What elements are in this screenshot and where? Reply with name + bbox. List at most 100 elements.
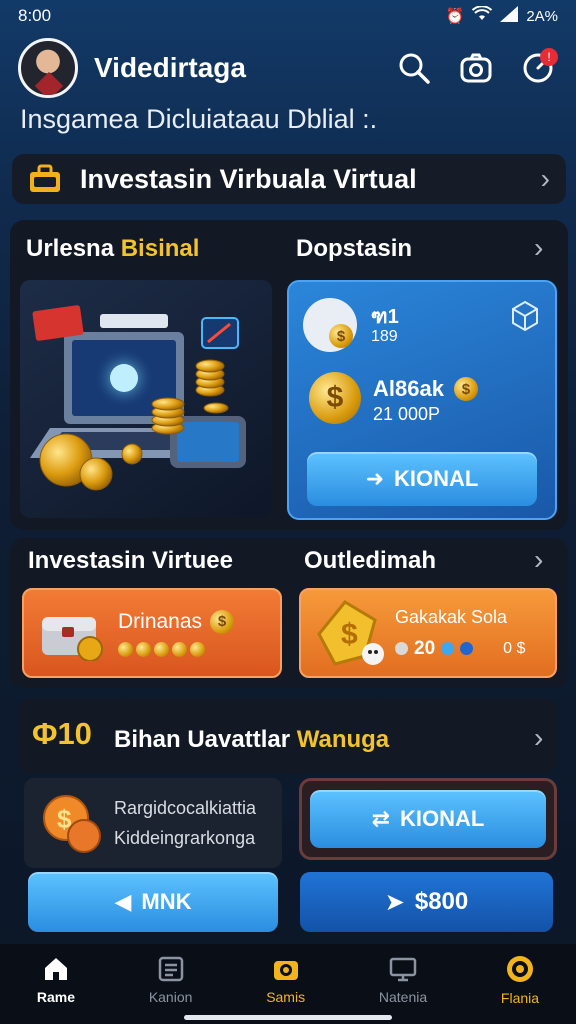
paper-plane-icon: ➤	[384, 888, 405, 916]
nav-label-home: Rame	[36, 989, 76, 1005]
status-time: 8:00	[18, 6, 52, 25]
camera-icon	[460, 53, 492, 83]
nav-label-monitor: Natenia	[378, 989, 428, 1005]
right-action-label: $800	[414, 888, 469, 915]
right-action-button[interactable]: ➤ $800	[300, 872, 553, 932]
orange-card-right[interactable]: $ Gakakak Sola 20 0 $	[299, 588, 557, 678]
battery-text: 2A%	[526, 7, 558, 25]
search-button[interactable]	[394, 48, 434, 88]
chest-icon	[42, 617, 103, 661]
notification-badge: !	[540, 48, 558, 66]
svg-text:$: $	[57, 804, 72, 834]
deposit-card[interactable]: $ ฑ1 189 $ Al86ak $ 21 000P ➜ KIONAL	[287, 280, 557, 520]
section2-right-title: Outledimah	[304, 547, 437, 574]
top-action-label: KIONAL	[400, 806, 485, 831]
section1-left-title-gold: Bisinal	[120, 235, 200, 262]
target-icon	[506, 956, 533, 982]
coin-small-icon: $	[453, 377, 478, 401]
nav-label-news: Kanion	[148, 989, 193, 1005]
nav-label-target: Flania	[500, 990, 540, 1006]
orange-right-extra: 0 $	[503, 639, 526, 657]
orange-right-stats: 20 0 $	[395, 638, 525, 660]
search-icon	[399, 53, 430, 84]
transfer-icon: ⇄	[371, 806, 391, 831]
svg-text:$: $	[341, 618, 358, 651]
reward-info-line1: Rargidcocalkiattia	[114, 798, 257, 818]
orange-right-content: Gakakak Sola 20 0 $	[395, 607, 525, 660]
home-icon	[44, 958, 67, 980]
monitor-icon	[389, 957, 417, 982]
left-action-label: MNK	[141, 889, 192, 914]
orange-right-value: 20	[414, 637, 436, 659]
coin-dot-icon	[118, 641, 133, 657]
orange-left-title-row: Drinanas $	[118, 609, 235, 634]
wifi-icon	[472, 5, 493, 26]
status-bar: 8:00 ⏰ 2A%	[0, 0, 576, 32]
signal-icon	[500, 6, 519, 26]
avatar[interactable]	[18, 38, 78, 98]
arrow-right-icon: ➜	[365, 466, 385, 491]
nav-item-monitor[interactable]: Natenia	[379, 955, 427, 1005]
laptop-coins-illustration	[30, 305, 246, 491]
home-indicator[interactable]	[184, 1015, 392, 1020]
section2-left-title: Investasin Virtuee	[28, 547, 233, 574]
silver-coin-icon	[395, 642, 408, 655]
cube-icon	[512, 300, 538, 332]
orange-left-content: Drinanas $	[118, 609, 235, 657]
balance-label-row: Al86ak $	[373, 376, 478, 402]
send-icon: ◀	[114, 889, 132, 914]
gem-icon	[460, 642, 474, 655]
section1-left-title: Urlesna Bisinal	[26, 235, 199, 263]
camera-button[interactable]	[456, 48, 496, 88]
coin-dot-icon	[190, 641, 205, 657]
balance-value: 21 000P	[373, 404, 441, 424]
page-subtitle: Insgamea Dicluiataau Dblial :.	[20, 104, 378, 134]
reward-info-card[interactable]: $ Rargidcocalkiattia Kiddeingrarkonga	[24, 778, 282, 868]
nav-item-target[interactable]: Flania	[501, 954, 539, 1006]
top-action-button[interactable]: ⇄ KIONAL	[310, 790, 546, 848]
balance-coin-icon: $	[309, 372, 361, 424]
coin-row	[118, 641, 234, 657]
chevron-right-icon: ›	[540, 163, 550, 194]
orange-left-label: Drinanas	[118, 609, 203, 633]
orange-right-label: Gakakak Sola	[395, 606, 508, 627]
header-actions: !	[394, 48, 558, 88]
orange-card-left[interactable]: Drinanas $	[22, 588, 282, 678]
nav-label-camera: Samis	[266, 989, 306, 1005]
section3-title: Bihan Uavattlar Wanuga	[114, 726, 389, 754]
balance-label: Al86ak	[373, 376, 444, 401]
section3-title-white: Bihan Uavattlar	[114, 726, 297, 753]
status-icons: ⏰ 2A%	[445, 5, 558, 26]
alarm-icon: ⏰	[445, 8, 465, 25]
profile-line2: 189	[371, 328, 398, 345]
coin-dot-icon	[136, 641, 151, 657]
nav-item-news[interactable]: Kanion	[148, 955, 193, 1005]
banner-title: Investasin Virbuala Virtual	[80, 163, 417, 194]
section3-prefix: Φ10	[32, 716, 92, 751]
section3-chevron-icon[interactable]: ›	[534, 722, 543, 754]
section3-title-gold: Wanuga	[296, 726, 390, 753]
coin-dot-icon	[154, 641, 169, 657]
coin-icon: $	[210, 609, 235, 634]
left-action-button[interactable]: ◀ MNK	[28, 872, 278, 932]
reward-info-line2: Kiddeingrarkonga	[114, 828, 256, 848]
app-name: Videdirtaga	[94, 52, 246, 83]
notifications-button[interactable]: !	[518, 48, 558, 88]
investment-illustration-card[interactable]	[20, 280, 272, 518]
app-header: Videdirtaga !	[18, 36, 558, 100]
deposit-action-button[interactable]: ➜ KIONAL	[307, 452, 537, 506]
briefcase-icon	[30, 164, 60, 192]
section1-chevron-icon[interactable]: ›	[534, 232, 543, 264]
deposit-action-label: KIONAL	[394, 466, 479, 491]
news-icon	[158, 956, 183, 982]
nav-item-home[interactable]: Rame	[37, 955, 75, 1005]
virtual-investment-banner[interactable]: Investasin Virbuala Virtual ›	[12, 154, 566, 204]
profile-avatar: $	[303, 298, 357, 352]
section1-right-title: Dopstasin	[296, 235, 413, 262]
coin-icon: $	[329, 324, 353, 348]
nav-item-camera[interactable]: Samis	[266, 955, 305, 1005]
camera-icon	[273, 961, 298, 980]
section2-chevron-icon[interactable]: ›	[534, 544, 543, 576]
coin-dot-icon	[172, 641, 187, 657]
coin-stack-icon: $	[43, 795, 101, 853]
